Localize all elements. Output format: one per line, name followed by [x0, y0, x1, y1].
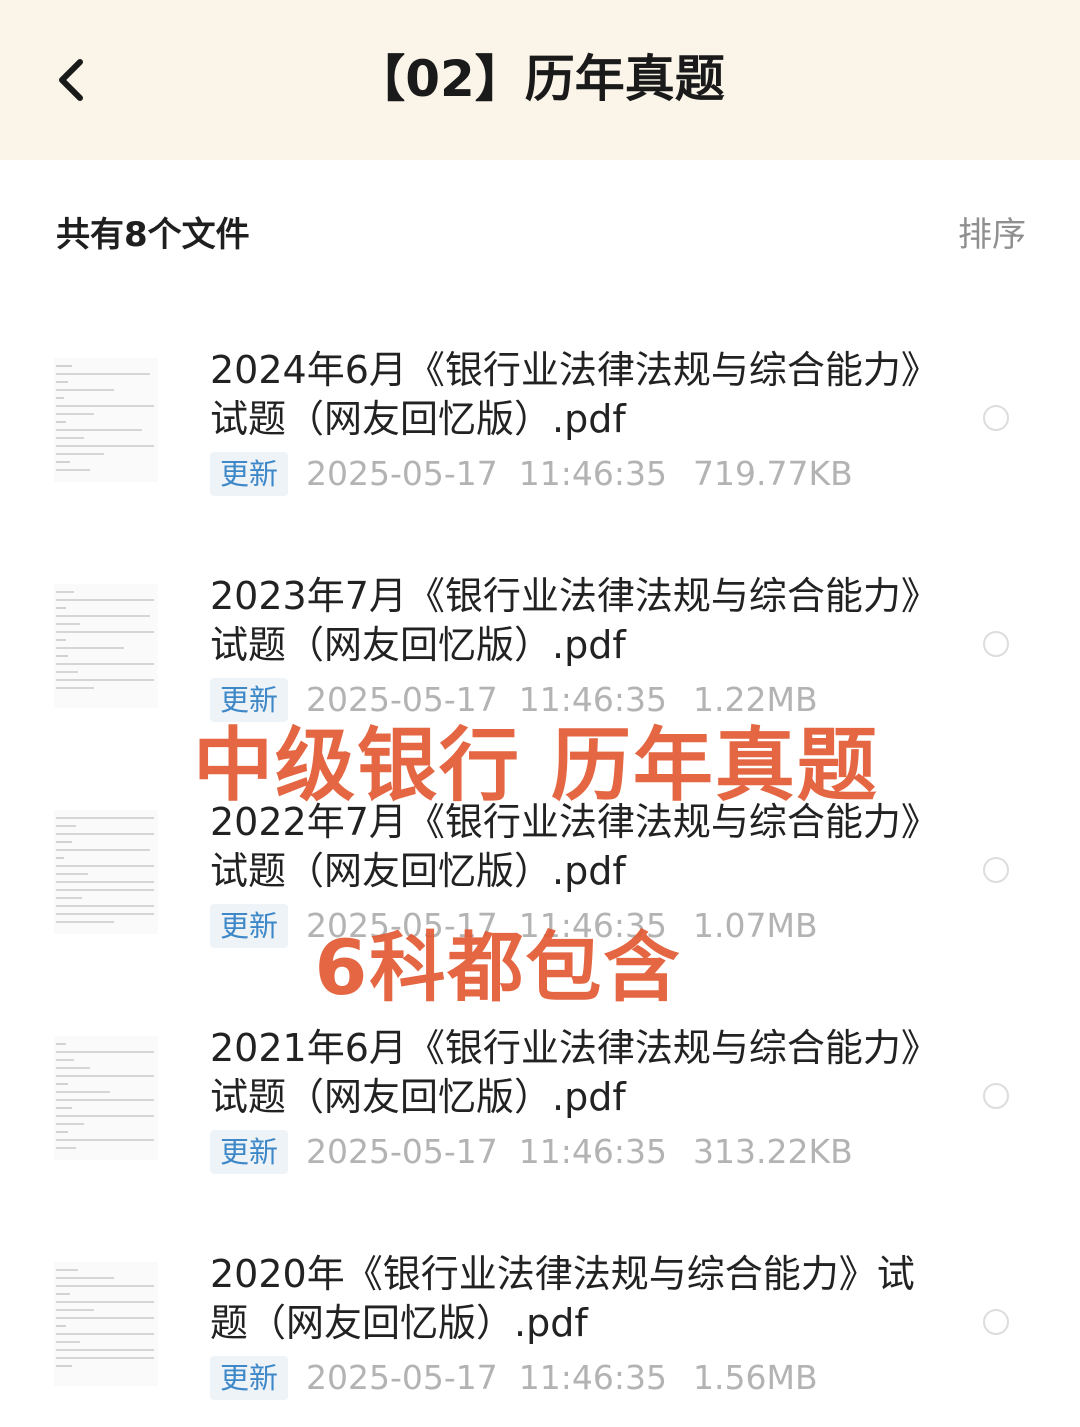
file-row[interactable]: 2020年《银行业法律法规与综合能力》试题（网友回忆版）.pdf 更新 2025…	[0, 1234, 1080, 1427]
select-radio[interactable]	[983, 1083, 1009, 1109]
file-size: 1.22MB	[693, 680, 818, 719]
file-datetime: 2025-05-17 11:46:35	[306, 1358, 667, 1397]
update-badge: 更新	[210, 1356, 289, 1400]
pdf-thumbnail	[54, 1262, 158, 1386]
file-datetime: 2025-05-17 11:46:35	[306, 454, 667, 493]
update-badge: 更新	[210, 678, 289, 722]
file-datetime: 2025-05-17 11:46:35	[306, 680, 667, 719]
sort-button[interactable]: 排序	[958, 212, 1026, 258]
file-meta: 更新 2025-05-17 11:46:35 313.22KB	[210, 1128, 853, 1176]
update-badge: 更新	[210, 452, 289, 496]
file-name: 2024年6月《银行业法律法规与综合能力》试题（网友回忆版）.pdf	[210, 348, 920, 441]
file-row[interactable]: 2022年7月《银行业法律法规与综合能力》试题（网友回忆版）.pdf 更新 20…	[0, 782, 1080, 1008]
file-row[interactable]: 2023年7月《银行业法律法规与综合能力》试题（网友回忆版）.pdf 更新 20…	[0, 556, 1080, 782]
pdf-thumbnail	[54, 584, 158, 708]
file-name: 2023年7月《银行业法律法规与综合能力》试题（网友回忆版）.pdf	[210, 574, 920, 667]
file-list-screen: 【02】历年真题 共有8个文件 排序 2024年6月《银行业法律法规与综合能力》…	[0, 0, 1080, 1427]
document-preview-icon	[56, 365, 154, 471]
file-size: 1.07MB	[693, 906, 818, 945]
file-size: 1.56MB	[693, 1358, 818, 1397]
file-meta: 更新 2025-05-17 11:46:35 719.77KB	[210, 450, 853, 498]
file-meta: 更新 2025-05-17 11:46:35 1.56MB	[210, 1354, 818, 1402]
document-preview-icon	[56, 817, 154, 923]
document-preview-icon	[56, 591, 154, 689]
file-row[interactable]: 2024年6月《银行业法律法规与综合能力》试题（网友回忆版）.pdf 更新 20…	[0, 330, 1080, 556]
file-name: 2022年7月《银行业法律法规与综合能力》试题（网友回忆版）.pdf	[210, 800, 920, 893]
file-row[interactable]: 2021年6月《银行业法律法规与综合能力》试题（网友回忆版）.pdf 更新 20…	[0, 1008, 1080, 1234]
file-list: 2024年6月《银行业法律法规与综合能力》试题（网友回忆版）.pdf 更新 20…	[0, 330, 1080, 1427]
top-bar: 【02】历年真题	[0, 0, 1080, 160]
file-name: 2021年6月《银行业法律法规与综合能力》试题（网友回忆版）.pdf	[210, 1026, 920, 1119]
file-size: 313.22KB	[693, 1132, 853, 1171]
update-badge: 更新	[210, 904, 289, 948]
file-datetime: 2025-05-17 11:46:35	[306, 906, 667, 945]
document-preview-icon	[56, 1269, 154, 1367]
select-radio[interactable]	[983, 405, 1009, 431]
update-badge: 更新	[210, 1130, 289, 1174]
page-title: 【02】历年真题	[355, 50, 725, 108]
pdf-thumbnail	[54, 1036, 158, 1160]
file-meta: 更新 2025-05-17 11:46:35 1.22MB	[210, 676, 818, 724]
document-preview-icon	[56, 1043, 154, 1149]
pdf-thumbnail	[54, 358, 158, 482]
file-count-label: 共有8个文件	[56, 215, 250, 255]
file-size: 719.77KB	[693, 454, 853, 493]
file-datetime: 2025-05-17 11:46:35	[306, 1132, 667, 1171]
pdf-thumbnail	[54, 810, 158, 934]
select-radio[interactable]	[983, 1309, 1009, 1335]
file-name: 2020年《银行业法律法规与综合能力》试题（网友回忆版）.pdf	[210, 1252, 915, 1345]
select-radio[interactable]	[983, 631, 1009, 657]
summary-bar: 共有8个文件 排序	[0, 200, 1080, 270]
file-meta: 更新 2025-05-17 11:46:35 1.07MB	[210, 902, 818, 950]
select-radio[interactable]	[983, 857, 1009, 883]
